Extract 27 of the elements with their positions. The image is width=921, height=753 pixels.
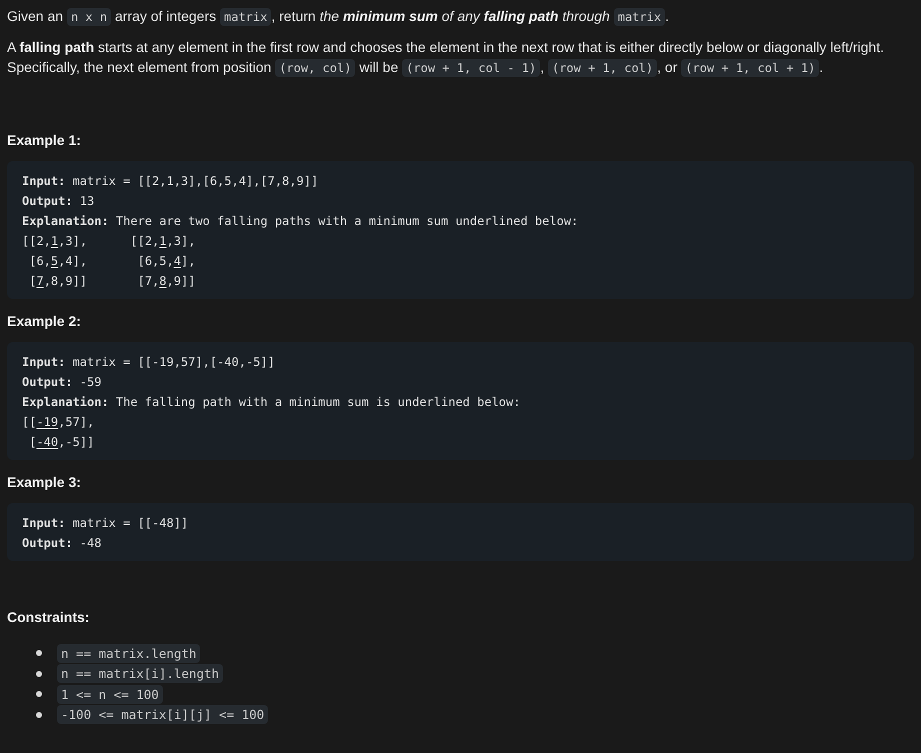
example-line: Input: matrix = [[-19,57],[-40,-5]] xyxy=(22,354,275,371)
example-line: [[2,1,3], [[2,1,3], xyxy=(22,233,196,250)
example-line: [6,5,4], [6,5,4], xyxy=(28,253,196,270)
example-line: [[-19,57], xyxy=(22,414,94,431)
example-line: Output: -59 xyxy=(22,374,102,391)
example-line: Output: 13 xyxy=(22,193,94,210)
bullet-icon xyxy=(36,691,42,698)
section-heading: Constraints: xyxy=(7,609,90,625)
bullet-icon xyxy=(36,650,42,656)
example-line: [-40,-5]] xyxy=(28,434,94,451)
constraint-text: n == matrix.length xyxy=(57,644,200,663)
example-line: Input: matrix = [[-48]] xyxy=(22,515,188,532)
constraint-text: -100 <= matrix[i][j] <= 100 xyxy=(57,705,268,724)
paragraph: A falling path starts at any element in the first row and chooses the element in the next row that is either directly below or diagonally left/right. Specifically, the next element from position (row, col) will be (row + 1, col - 1) , (row + 1, col) , or (row + 1, col + 1) . xyxy=(7,38,885,78)
example-line: Input: matrix = [[2,1,3],[6,5,4],[7,8,9]] xyxy=(22,173,318,190)
constraint-text: n == matrix[i].length xyxy=(57,664,224,684)
paragraph: Given an n x n array of integers matrix , return the minimum sum of any falling path through matrix . xyxy=(7,7,670,27)
constraint-text: 1 <= n <= 100 xyxy=(57,684,163,704)
example-line: Explanation: There are two falling paths with a minimum sum underlined below: xyxy=(22,213,578,230)
example-heading: Example 1: xyxy=(7,131,81,150)
example-heading: Example 3: xyxy=(7,473,81,492)
bullet-icon xyxy=(36,670,42,677)
example-heading: Example 2: xyxy=(7,312,81,331)
example-line: Explanation: The falling path with a minimum sum is underlined below: xyxy=(22,394,520,411)
example-line: [7,8,9]] [7,8,9]] xyxy=(28,273,196,290)
bullet-icon xyxy=(36,712,42,718)
example-line: Output: -48 xyxy=(22,535,102,552)
